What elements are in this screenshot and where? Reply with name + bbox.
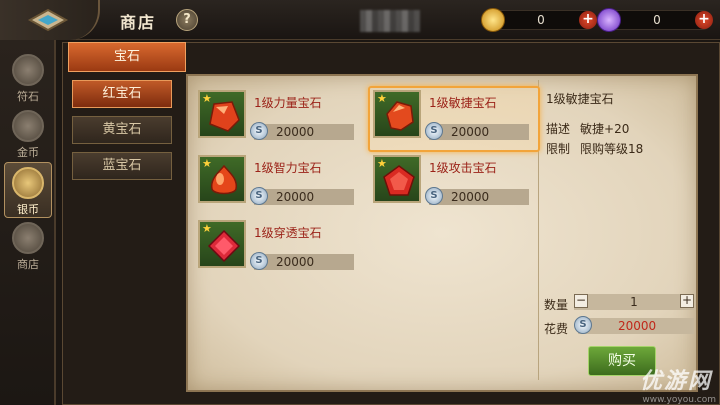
price-value: 20000 — [276, 125, 315, 139]
item-slot: ★ — [198, 155, 246, 203]
desc-label: 描述 — [546, 122, 571, 136]
top-bar: 商店 ? 0 + 0 + — [0, 0, 720, 40]
page-title: 商店 — [120, 13, 157, 32]
nav-item-yinbi[interactable]: 银币 — [4, 162, 52, 218]
silver-coin-icon: S — [425, 187, 443, 205]
item-price: S 20000 — [425, 122, 529, 140]
help-button[interactable]: ? — [176, 9, 198, 31]
subcat-topaz[interactable]: 黄宝石 — [72, 116, 172, 144]
item-price: S 20000 — [250, 252, 354, 270]
item-slot: ★ — [373, 155, 421, 203]
item-price: S 20000 — [425, 187, 529, 205]
gold-coin-icon — [481, 8, 505, 32]
left-nav: 符石 金币 银币 商店 — [0, 40, 56, 405]
nav-label: 银币 — [17, 203, 39, 216]
gold-currency: 0 + — [481, 8, 597, 32]
rune-icon — [12, 54, 44, 86]
cost-label: 花费 — [544, 322, 569, 336]
cost-value: 20000 — [618, 319, 657, 333]
item-slot: ★ — [198, 90, 246, 138]
gem-currency: 0 + — [597, 8, 713, 32]
purple-gem-icon — [597, 8, 621, 32]
limit-label: 限制 — [546, 142, 571, 156]
nav-item-fushi[interactable]: 符石 — [4, 50, 52, 106]
red-gem-icon — [210, 164, 238, 195]
red-gem-icon — [383, 165, 415, 196]
nav-label: 金币 — [17, 146, 39, 159]
desc-value: 敏捷+20 — [580, 122, 630, 136]
subcat-ruby[interactable]: 红宝石 — [72, 80, 172, 108]
price-value: 20000 — [451, 125, 490, 139]
nav-label: 商店 — [17, 258, 39, 271]
price-value: 20000 — [451, 190, 490, 204]
shop-item-agility-gem[interactable]: ★ 1级敏捷宝石 S 20000 — [368, 86, 540, 152]
shop-item-penetration-gem[interactable]: ★ 1级穿透宝石 S 20000 — [198, 220, 364, 278]
item-name: 1级力量宝石 — [254, 96, 322, 110]
gem-value: 0 — [653, 13, 661, 27]
silver-coin-icon: S — [250, 252, 268, 270]
back-arrow-icon — [27, 8, 69, 32]
item-slot: ★ — [373, 90, 421, 138]
item-name: 1级智力宝石 — [254, 161, 322, 175]
item-name: 1级攻击宝石 — [429, 161, 497, 175]
quantity-label: 数量 — [544, 298, 569, 312]
gold-emblem-icon — [12, 110, 44, 142]
shop-item-attack-gem[interactable]: ★ 1级攻击宝石 S 20000 — [373, 155, 539, 213]
detail-description: 描述 敏捷+20 — [546, 120, 629, 137]
red-gem-icon — [207, 229, 241, 263]
shop-emblem-icon — [12, 222, 44, 254]
quantity-plus-button[interactable]: + — [680, 294, 694, 308]
add-gold-button[interactable]: + — [579, 11, 597, 29]
shop-item-strength-gem[interactable]: ★ 1级力量宝石 S 20000 — [198, 90, 364, 148]
back-button[interactable] — [0, 0, 100, 40]
nav-label: 符石 — [17, 90, 39, 103]
item-price: S 20000 — [250, 122, 354, 140]
watermark-logo: 优游网 — [639, 369, 712, 394]
red-gem-icon — [386, 101, 414, 131]
price-value: 20000 — [276, 190, 315, 204]
add-gem-button[interactable]: + — [695, 11, 713, 29]
subcat-sapphire[interactable]: 蓝宝石 — [72, 152, 172, 180]
gold-value: 0 — [537, 13, 545, 27]
blurred-player-info — [360, 10, 420, 32]
detail-title: 1级敏捷宝石 — [546, 92, 614, 106]
nav-item-shangdian[interactable]: 商店 — [4, 218, 52, 274]
item-price: S 20000 — [250, 187, 354, 205]
silver-emblem-icon — [12, 167, 44, 199]
nav-item-jinbi[interactable]: 金币 — [4, 106, 52, 162]
price-value: 20000 — [276, 255, 315, 269]
quantity-minus-button[interactable]: − — [574, 294, 588, 308]
silver-coin-icon: S — [250, 187, 268, 205]
item-slot: ★ — [198, 220, 246, 268]
cost-field: S 20000 — [574, 316, 694, 334]
watermark-url: www.yoyou.com — [642, 395, 716, 405]
item-name: 1级穿透宝石 — [254, 226, 322, 240]
limit-value: 限购等级18 — [580, 142, 644, 156]
quantity-stepper: − 1 + — [574, 294, 694, 310]
silver-coin-icon: S — [250, 122, 268, 140]
quantity-value[interactable]: 1 — [604, 295, 664, 309]
red-gem-icon — [209, 101, 240, 132]
item-name: 1级敏捷宝石 — [429, 96, 497, 110]
silver-coin-icon: S — [574, 316, 592, 334]
category-header: 宝石 — [68, 42, 186, 72]
shop-item-intellect-gem[interactable]: ★ 1级智力宝石 S 20000 — [198, 155, 364, 213]
silver-coin-icon: S — [425, 122, 443, 140]
detail-limit: 限制 限购等级18 — [546, 140, 643, 157]
